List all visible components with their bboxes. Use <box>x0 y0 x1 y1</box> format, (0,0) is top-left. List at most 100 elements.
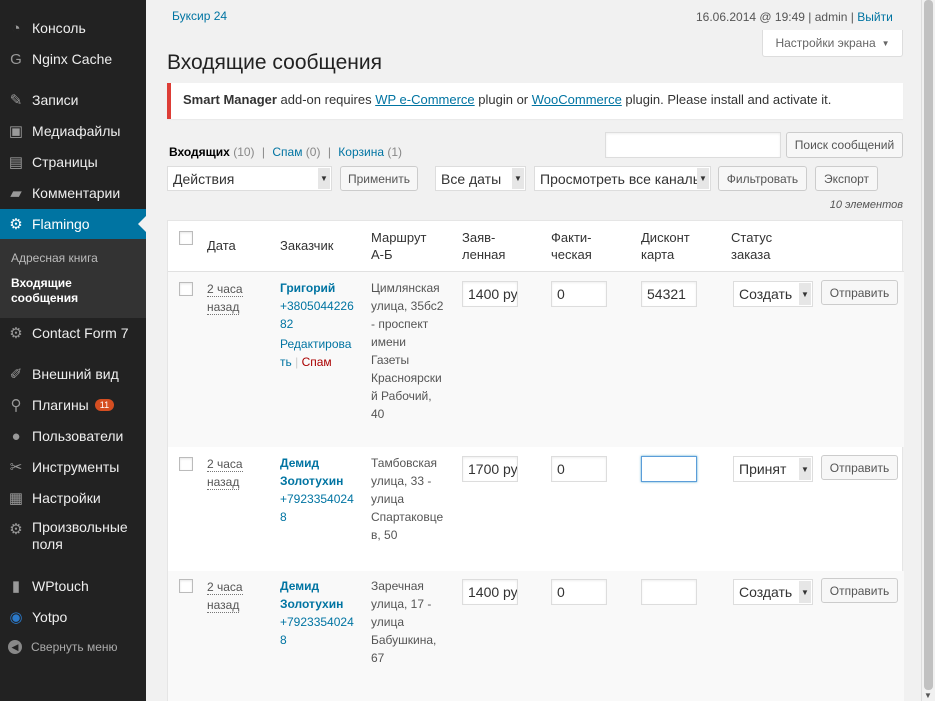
send-button[interactable]: Отправить <box>821 578 898 603</box>
woocommerce-link[interactable]: WooCommerce <box>532 92 622 107</box>
chevron-down-icon: ▼ <box>799 581 811 603</box>
apply-button[interactable]: Применить <box>340 166 418 191</box>
filter-inbox[interactable]: Входящих <box>169 145 230 159</box>
scroll-down-icon[interactable]: ▼ <box>924 691 932 700</box>
sidebar-item-label: Yotpo <box>32 609 68 625</box>
notice-plugin-name: Smart Manager <box>183 92 277 107</box>
select-all-checkbox[interactable] <box>179 231 193 245</box>
table-row: 2 часа назад Григорий +380504422682 Редак… <box>168 272 904 447</box>
column-declared[interactable]: Заяв-ленная <box>462 229 505 263</box>
sidebar-item-dashboard[interactable]: ◔ Консоль <box>0 13 146 43</box>
table-header: Дата Заказчик Маршрут А-Б Заяв-ленная Фа… <box>168 221 904 272</box>
sidebar-item-label: Консоль <box>32 20 86 36</box>
sidebar-item-nginx-cache[interactable]: G Nginx Cache <box>0 44 146 74</box>
send-button[interactable]: Отправить <box>821 455 898 480</box>
collapse-menu-button[interactable]: ◀ Свернуть меню <box>8 640 118 654</box>
discount-card-input[interactable] <box>641 579 697 605</box>
discount-card-input[interactable]: 54321 <box>641 281 697 307</box>
discount-card-input[interactable] <box>641 456 697 482</box>
column-date[interactable]: Дата <box>207 237 236 254</box>
brush-icon: ✐ <box>9 366 23 383</box>
customer-name-link[interactable]: Демид Золотухин <box>280 577 356 613</box>
bulk-actions-select[interactable]: Действия ▼ <box>167 166 332 191</box>
filter-spam[interactable]: Спам <box>272 145 302 159</box>
sidebar-item-appearance[interactable]: ✐ Внешний вид <box>0 359 146 389</box>
table-row: 2 часа назад Демид Золотухин +79233540248… <box>168 571 904 701</box>
search-input[interactable] <box>605 132 781 158</box>
chevron-down-icon: ▼ <box>799 458 811 480</box>
user-info: 16.06.2014 @ 19:49 | admin | Выйти <box>696 10 893 24</box>
comment-icon: ▰ <box>10 185 22 202</box>
dates-select[interactable]: Все даты ▼ <box>435 166 526 191</box>
current-datetime: 16.06.2014 @ 19:49 <box>696 10 805 24</box>
customer-name-link[interactable]: Григорий <box>280 279 358 297</box>
sidebar-item-wptouch[interactable]: ▮ WPtouch <box>0 571 146 601</box>
order-status-select[interactable]: Создать ▼ <box>733 281 813 307</box>
site-name-link[interactable]: Буксир 24 <box>172 9 227 23</box>
sidebar-item-contact-form-7[interactable]: ⚙ Contact Form 7 <box>0 318 146 348</box>
declared-price-input[interactable]: 1400 ру <box>462 281 518 307</box>
declared-price-input[interactable]: 1700 ру <box>462 456 518 482</box>
send-button[interactable]: Отправить <box>821 280 898 305</box>
sidebar-item-label: WPtouch <box>32 578 89 594</box>
gear-icon: ⚙ <box>9 216 23 233</box>
wp-ecommerce-link[interactable]: WP e-Commerce <box>375 92 474 107</box>
sidebar-item-label: Медиафайлы <box>32 123 121 139</box>
row-route: Тамбовская улица, 33 - улица Спартаковце… <box>371 456 444 542</box>
top-bar: Буксир 24 16.06.2014 @ 19:49 | admin | В… <box>146 0 935 28</box>
row-checkbox[interactable] <box>179 282 193 296</box>
customer-phone: +380504422682 <box>280 299 354 331</box>
column-route[interactable]: Маршрут А-Б <box>371 229 431 263</box>
column-actual[interactable]: Факти-ческая <box>551 229 592 263</box>
actual-price-input[interactable]: 0 <box>551 456 607 482</box>
sidebar-item-pages[interactable]: ▤ Страницы <box>0 147 146 177</box>
sidebar-item-custom-fields[interactable]: ⚙ Произвольные поля <box>0 519 146 557</box>
table-row: 2 часа назад Демид Золотухин +79233540248… <box>168 447 904 571</box>
declared-price-input[interactable]: 1400 ру <box>462 579 518 605</box>
column-discount-card[interactable]: Дисконт карта <box>641 229 690 263</box>
sidebar-item-tools[interactable]: ✂ Инструменты <box>0 452 146 482</box>
sidebar-item-label: Flamingo <box>32 216 90 232</box>
row-checkbox[interactable] <box>179 457 193 471</box>
scrollbar-thumb[interactable] <box>924 0 933 690</box>
submenu-inbound-messages[interactable]: Входящие сообщения <box>11 276 111 306</box>
wrench-icon: ✂ <box>9 459 23 476</box>
sidebar-item-comments[interactable]: ▰ Комментарии <box>0 178 146 208</box>
submenu-address-book[interactable]: Адресная книга <box>11 251 98 265</box>
main-content: Буксир 24 16.06.2014 @ 19:49 | admin | В… <box>146 0 935 701</box>
sidebar-item-flamingo[interactable]: ⚙ Flamingo <box>0 209 146 239</box>
actual-price-input[interactable]: 0 <box>551 579 607 605</box>
channels-select[interactable]: Просмотреть все каналы ▼ <box>534 166 711 191</box>
sidebar-item-media[interactable]: ▣ Медиафайлы <box>0 116 146 146</box>
filter-trash[interactable]: Корзина <box>338 145 384 159</box>
column-order-status[interactable]: Статус заказа <box>731 229 772 263</box>
screen-options-button[interactable]: Настройки экрана ▼ <box>762 30 903 57</box>
customer-name-link[interactable]: Демид Золотухин <box>280 454 356 490</box>
row-date: 2 часа назад <box>207 457 243 490</box>
pages-icon: ▤ <box>8 154 24 171</box>
sidebar-item-label: Комментарии <box>32 185 121 201</box>
sidebar-item-settings[interactable]: ▦ Настройки <box>0 483 146 513</box>
search-messages-button[interactable]: Поиск сообщений <box>786 132 903 158</box>
page-title: Входящие сообщения <box>167 51 382 74</box>
admin-sidebar: ◔ Консоль G Nginx Cache ✎ Записи ▣ Медиафайл… <box>0 0 146 701</box>
sidebar-item-yotpo[interactable]: ◉ Yotpo <box>0 602 146 632</box>
dashboard-icon: ◔ <box>11 19 21 37</box>
spam-link[interactable]: Спам <box>302 355 332 369</box>
order-status-select[interactable]: Принят ▼ <box>733 456 813 482</box>
sidebar-item-users[interactable]: ● Пользователи <box>0 421 146 451</box>
column-customer[interactable]: Заказчик <box>280 237 333 254</box>
sidebar-item-plugins[interactable]: ⚲ Плагины 11 <box>0 390 146 420</box>
vertical-scrollbar[interactable]: ▼ <box>921 0 935 701</box>
row-route: Цимлянская улица, 35бс2 - проспект имени… <box>371 281 444 421</box>
logout-link[interactable]: Выйти <box>857 10 893 24</box>
sidebar-item-label: Contact Form 7 <box>32 325 129 341</box>
order-status-select[interactable]: Создать ▼ <box>733 579 813 605</box>
export-button[interactable]: Экспорт <box>815 166 878 191</box>
actual-price-input[interactable]: 0 <box>551 281 607 307</box>
sidebar-item-posts[interactable]: ✎ Записи <box>0 85 146 115</box>
yotpo-icon: ◉ <box>9 609 23 626</box>
row-actions: Редактировать | Спам <box>280 337 352 369</box>
filter-button[interactable]: Фильтровать <box>718 166 807 191</box>
row-checkbox[interactable] <box>179 579 193 593</box>
